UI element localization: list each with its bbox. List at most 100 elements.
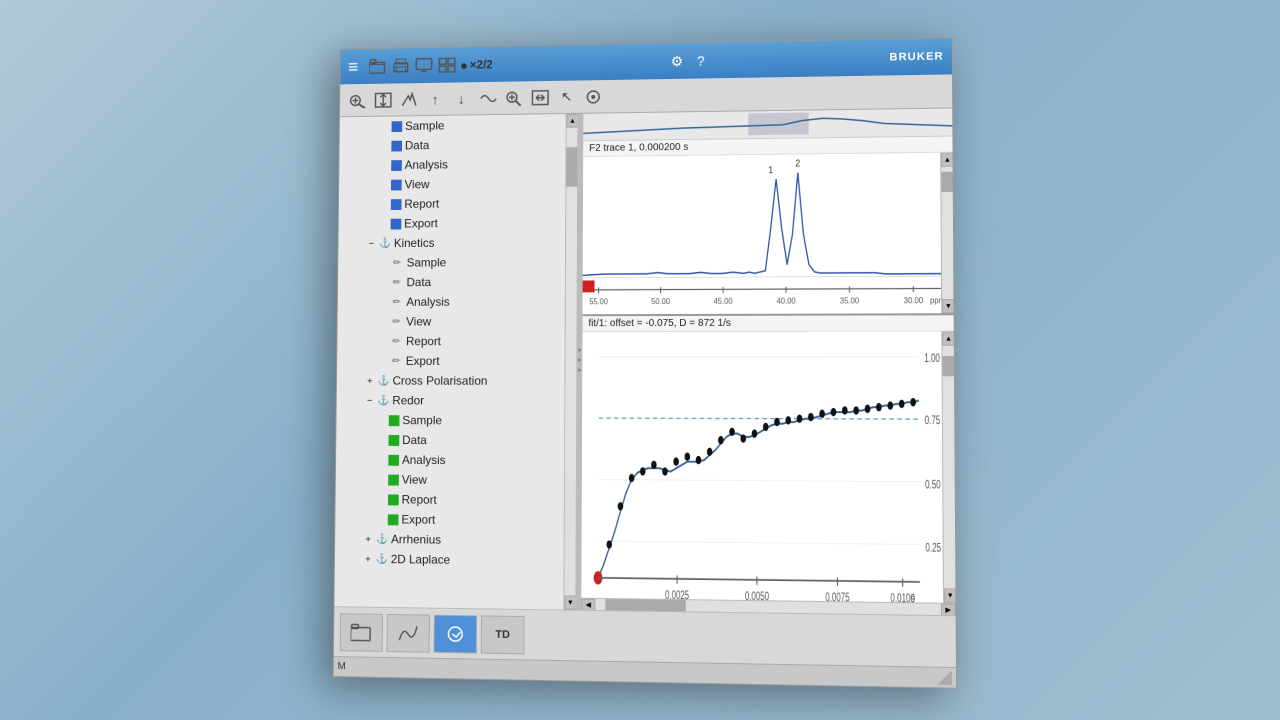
tab-td[interactable]: TD (481, 615, 525, 654)
sidebar-item-label: Analysis (406, 295, 450, 309)
sidebar-item-export-redor[interactable]: Export (335, 509, 564, 531)
sidebar-item-view-kinetics[interactable]: ✏ View (338, 311, 565, 331)
sidebar-item-label: Sample (407, 256, 447, 270)
right-panel: F2 trace 1, 0.000200 s (581, 108, 955, 615)
sidebar-item-report-blue[interactable]: Report (339, 193, 565, 215)
circle-settings-icon[interactable] (581, 84, 605, 108)
grid-icon[interactable] (435, 53, 458, 77)
sidebar-item-report-kinetics[interactable]: ✏ Report (337, 331, 564, 351)
zoom-fit-icon[interactable] (528, 85, 552, 109)
sidebar-item-data-kinetics[interactable]: ✏ Data (338, 272, 565, 293)
collapse-kinetics-icon[interactable]: − (365, 237, 377, 249)
zoom-in-icon[interactable] (502, 86, 526, 110)
collapse-redor-icon[interactable]: − (364, 394, 376, 406)
sidebar-item-export-blue[interactable]: Export (339, 212, 566, 233)
fit-svg: 1.00 0.75 0.50 0.25 (581, 332, 943, 603)
bruker-logo: BRUKER (889, 51, 943, 64)
tab-analysis[interactable] (387, 613, 430, 652)
scroll-left-button[interactable]: ◀ (581, 598, 595, 610)
pencil-icon: ✏ (390, 315, 404, 329)
chart-bottom-scroll-down[interactable]: ▼ (944, 588, 956, 603)
bottom-chart-title: fit/1: offset = -0.075, D = 872 1/s (582, 315, 953, 332)
sidebar-scroll-thumb[interactable] (566, 147, 577, 186)
sidebar-item-export-kinetics[interactable]: ✏ Export (337, 351, 564, 371)
expand-placeholder (374, 493, 386, 505)
fit-vertical-icon[interactable] (372, 88, 395, 112)
pointer-mode-icon[interactable]: ↖ (555, 85, 579, 109)
record-icon[interactable]: ● (460, 58, 468, 73)
sidebar-item-sample-redor[interactable]: Sample (336, 410, 564, 431)
sidebar-item-data-blue[interactable]: Data (339, 134, 565, 156)
blue-square-icon (391, 218, 402, 229)
chart-top-scrollbar[interactable]: ▲ ▼ (940, 153, 953, 314)
peak-pick-icon[interactable] (398, 87, 421, 111)
sidebar-item-label: Analysis (402, 453, 446, 467)
chart-bottom-scrollbar[interactable]: ▲ ▼ (941, 332, 955, 603)
chart-scroll-up[interactable]: ▲ (941, 153, 953, 167)
sidebar-item-sample-kinetics[interactable]: ✏ Sample (338, 252, 565, 273)
spectrum-canvas: 1 2 55.00 50.00 45.00 (583, 153, 942, 314)
sidebar-item-view-redor[interactable]: View (336, 469, 564, 491)
expand-placeholder (375, 414, 387, 426)
svg-text:30.00: 30.00 (904, 296, 924, 306)
expand-placeholder (378, 159, 390, 171)
sidebar-item-analysis-redor[interactable]: Analysis (336, 450, 564, 471)
fit-canvas: 1.00 0.75 0.50 0.25 (581, 332, 943, 603)
green-square-icon (388, 474, 399, 485)
chart-bottom-scroll-track[interactable] (942, 346, 955, 589)
expand-placeholder (375, 474, 387, 486)
print-icon[interactable] (389, 54, 412, 78)
sidebar-scroll-track[interactable] (564, 128, 577, 596)
chart-bottom-scroll-thumb[interactable] (942, 356, 954, 376)
overview-chart (583, 108, 952, 141)
overview-bar (583, 108, 952, 141)
sidebar-scrollbar[interactable]: ▲ ▼ (563, 114, 577, 610)
expand-arrhenius-icon[interactable]: + (362, 533, 374, 545)
pencil-icon: ✏ (389, 334, 403, 348)
monitor-icon[interactable] (412, 54, 435, 78)
sidebar-item-arrhenius[interactable]: + ⚓ Arrhenius (335, 529, 564, 551)
svg-text:50.00: 50.00 (651, 297, 670, 307)
sidebar-item-analysis-kinetics[interactable]: ✏ Analysis (338, 291, 565, 311)
chart-scroll-down[interactable]: ▼ (942, 299, 954, 313)
sidebar-item-data-redor[interactable]: Data (336, 430, 564, 451)
phase-icon[interactable] (476, 86, 499, 110)
svg-text:0.25: 0.25 (925, 542, 941, 556)
sidebar-item-report-redor[interactable]: Report (336, 489, 564, 511)
expand-placeholder (376, 335, 388, 347)
application-window: ≡ ● ×2 /2 ⚙ ? BRUKER (333, 37, 957, 688)
help-icon[interactable]: ? (689, 49, 713, 73)
tab-workflow[interactable] (434, 614, 478, 653)
scroll-right-button[interactable]: ▶ (941, 603, 956, 615)
chart-scroll-thumb[interactable] (941, 172, 952, 192)
zoom-region-icon[interactable] (346, 88, 369, 112)
sidebar-item-label: View (404, 177, 429, 191)
laplace-link-icon: ⚓ (376, 553, 388, 564)
sidebar-item-2d-laplace[interactable]: + ⚓ 2D Laplace (335, 549, 564, 572)
settings-icon[interactable]: ⚙ (665, 49, 689, 73)
hamburger-menu-icon[interactable]: ≡ (348, 58, 358, 76)
expand-2d-laplace-icon[interactable]: + (362, 553, 374, 565)
sidebar-item-kinetics[interactable]: − ⚓ Kinetics (338, 232, 565, 253)
sidebar-item-view-blue[interactable]: View (339, 173, 565, 195)
svg-text:0.75: 0.75 (925, 415, 941, 428)
chart-bottom-scroll-up[interactable]: ▲ (942, 332, 954, 346)
green-square-icon (389, 435, 400, 446)
resize-corner[interactable] (937, 670, 952, 685)
sidebar-item-label: View (402, 473, 427, 487)
expand-cross-pol-icon[interactable]: + (364, 375, 376, 387)
tab-folder[interactable] (340, 613, 383, 652)
open-folder-icon[interactable] (366, 55, 389, 79)
sidebar-item-label: Data (405, 138, 430, 152)
green-square-icon (388, 494, 399, 505)
arrow-down-icon[interactable]: ↓ (450, 87, 473, 111)
arrhenius-link-icon: ⚓ (376, 534, 388, 545)
sidebar-content[interactable]: Sample Data Analysis (335, 114, 566, 571)
sidebar-item-analysis-blue[interactable]: Analysis (339, 153, 565, 175)
sidebar-item-label: Report (402, 493, 437, 507)
chart-scroll-track[interactable] (941, 167, 953, 299)
sidebar-item-cross-polarisation[interactable]: + ⚓ Cross Polarisation (337, 371, 565, 391)
sidebar-item-redor[interactable]: − ⚓ Redor (337, 390, 565, 410)
h-scroll-thumb[interactable] (605, 599, 685, 611)
arrow-up-icon[interactable]: ↑ (424, 87, 447, 111)
